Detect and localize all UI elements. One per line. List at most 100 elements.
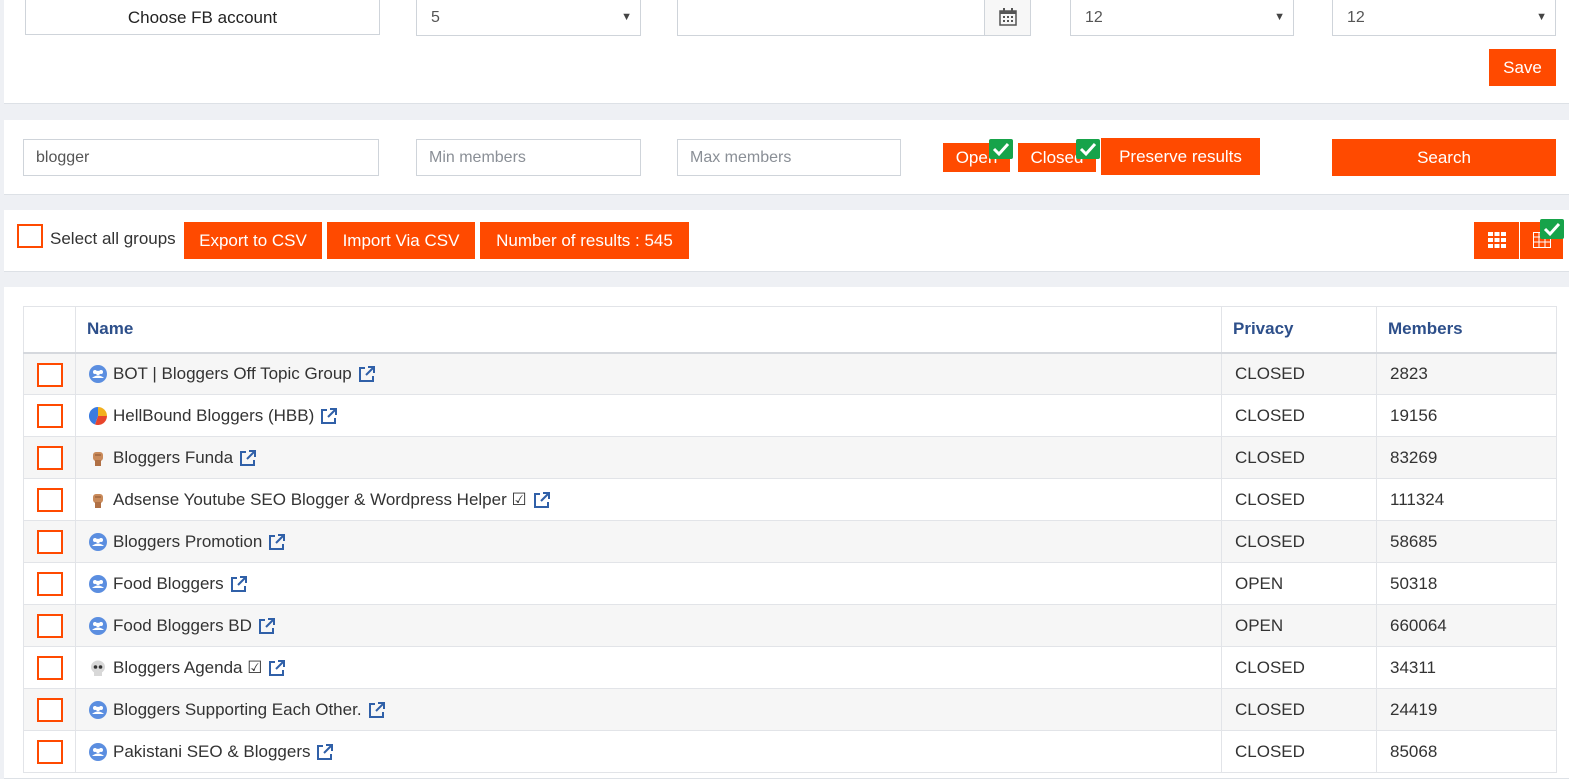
max-members-input[interactable]: [690, 140, 888, 176]
choose-account-button[interactable]: Choose FB account: [25, 0, 380, 35]
row-checkbox-cell: [23, 394, 76, 437]
results-panel: Name Privacy Members BOT | Bloggers Off …: [4, 287, 1569, 779]
row-checkbox[interactable]: [37, 530, 63, 554]
export-csv-button[interactable]: Export to CSV: [184, 222, 322, 259]
row-privacy: CLOSED: [1221, 646, 1377, 689]
search-panel: Open Closed Preserve results Search: [4, 120, 1569, 195]
pie-logo-icon: [88, 406, 108, 425]
min-members-input[interactable]: [429, 140, 628, 176]
row-name-cell: Pakistani SEO & Bloggers: [75, 730, 1222, 773]
external-link-icon[interactable]: [239, 449, 257, 467]
external-link-icon[interactable]: [533, 491, 551, 509]
row-name-cell: Adsense Youtube SEO Blogger & Wordpress …: [75, 478, 1222, 521]
row-checkbox[interactable]: [37, 404, 63, 428]
select-all-checkbox[interactable]: [17, 224, 43, 248]
row-checkbox-cell: [23, 562, 76, 605]
external-link-icon[interactable]: [268, 659, 286, 677]
row-checkbox-cell: [23, 604, 76, 647]
max-members-field[interactable]: [677, 139, 901, 176]
external-link-icon[interactable]: [320, 407, 338, 425]
row-members: 34311: [1376, 646, 1557, 689]
row-privacy: CLOSED: [1221, 730, 1377, 773]
table-row: Food Bloggers BD OPEN 660064: [23, 604, 1557, 647]
group-icon: [89, 616, 107, 635]
skull-icon: [89, 659, 107, 677]
results-count-button: Number of results : 545: [480, 222, 689, 259]
header-members[interactable]: Members: [1376, 306, 1557, 354]
table-row: Food Bloggers OPEN 50318: [23, 562, 1557, 605]
row-privacy: OPEN: [1221, 604, 1377, 647]
open-check-badge: [989, 139, 1013, 159]
keyword-input[interactable]: [36, 140, 366, 176]
select-c-value: 12: [1347, 9, 1365, 26]
select-all-label: Select all groups: [50, 229, 176, 248]
group-name: Adsense Youtube SEO Blogger & Wordpress …: [113, 489, 527, 509]
table-row: Bloggers Agenda ☑ CLOSED 34311: [23, 646, 1557, 689]
row-members: 24419: [1376, 688, 1557, 731]
results-table: Name Privacy Members BOT | Bloggers Off …: [23, 306, 1557, 773]
group-name: Food Bloggers BD: [113, 615, 252, 635]
select-b[interactable]: 12 ▼: [1070, 0, 1294, 36]
select-a[interactable]: 5 ▼: [416, 0, 641, 36]
row-privacy: CLOSED: [1221, 352, 1377, 395]
search-button[interactable]: Search: [1332, 139, 1556, 176]
table-row: BOT | Bloggers Off Topic Group CLOSED 2823: [23, 352, 1557, 395]
external-link-icon[interactable]: [368, 701, 386, 719]
external-link-icon[interactable]: [258, 617, 276, 635]
row-members: 2823: [1376, 352, 1557, 395]
grid-icon: [1487, 232, 1506, 248]
row-checkbox-cell: [23, 520, 76, 563]
group-icon: [89, 574, 107, 593]
group-name: Pakistani SEO & Bloggers: [113, 741, 311, 761]
group-name: Bloggers Agenda ☑: [113, 657, 263, 677]
header-name[interactable]: Name: [75, 306, 1222, 354]
table-row: Adsense Youtube SEO Blogger & Wordpress …: [23, 478, 1557, 521]
chevron-down-icon: ▼: [621, 11, 632, 23]
header-privacy[interactable]: Privacy: [1221, 306, 1377, 354]
external-link-icon[interactable]: [358, 365, 376, 383]
row-checkbox[interactable]: [37, 572, 63, 596]
save-button[interactable]: Save: [1489, 49, 1556, 86]
row-checkbox[interactable]: [37, 614, 63, 638]
table-row: Bloggers Funda CLOSED 83269: [23, 436, 1557, 479]
external-link-icon[interactable]: [316, 743, 334, 761]
row-checkbox-cell: [23, 646, 76, 689]
row-checkbox-cell: [23, 352, 76, 395]
row-checkbox[interactable]: [37, 698, 63, 722]
group-name: BOT | Bloggers Off Topic Group: [113, 363, 352, 383]
row-checkbox[interactable]: [37, 362, 63, 387]
row-members: 111324: [1376, 478, 1557, 521]
date-input-field[interactable]: [690, 0, 972, 36]
date-input[interactable]: [677, 0, 985, 36]
group-name: Bloggers Supporting Each Other.: [113, 699, 362, 719]
row-checkbox[interactable]: [37, 488, 63, 512]
table-row: Pakistani SEO & Bloggers CLOSED 85068: [23, 730, 1557, 773]
row-privacy: CLOSED: [1221, 688, 1377, 731]
fist-icon: [89, 449, 107, 467]
row-name-cell: Food Bloggers: [75, 562, 1222, 605]
row-members: 83269: [1376, 436, 1557, 479]
import-csv-button[interactable]: Import Via CSV: [327, 222, 475, 259]
group-icon: [89, 700, 107, 719]
row-name-cell: Bloggers Promotion: [75, 520, 1222, 563]
row-checkbox[interactable]: [37, 446, 63, 470]
header-checkbox-col: [23, 306, 76, 354]
external-link-icon[interactable]: [230, 575, 248, 593]
calendar-button[interactable]: [984, 0, 1031, 36]
group-name: Bloggers Funda: [113, 447, 234, 467]
min-members-field[interactable]: [416, 139, 641, 176]
row-privacy: CLOSED: [1221, 520, 1377, 563]
external-link-icon[interactable]: [268, 533, 286, 551]
group-name: Bloggers Promotion: [113, 531, 263, 551]
keyword-field[interactable]: [23, 139, 379, 176]
row-name-cell: Food Bloggers BD: [75, 604, 1222, 647]
row-checkbox[interactable]: [37, 740, 63, 764]
row-checkbox[interactable]: [37, 656, 63, 680]
select-c[interactable]: 12 ▼: [1332, 0, 1556, 36]
row-checkbox-cell: [23, 478, 76, 521]
chevron-down-icon: ▼: [1536, 11, 1547, 23]
preserve-results-button[interactable]: Preserve results: [1101, 138, 1260, 175]
table-row: Bloggers Promotion CLOSED 58685: [23, 520, 1557, 563]
grid-view-button[interactable]: [1474, 222, 1519, 259]
select-a-value: 5: [431, 9, 440, 26]
